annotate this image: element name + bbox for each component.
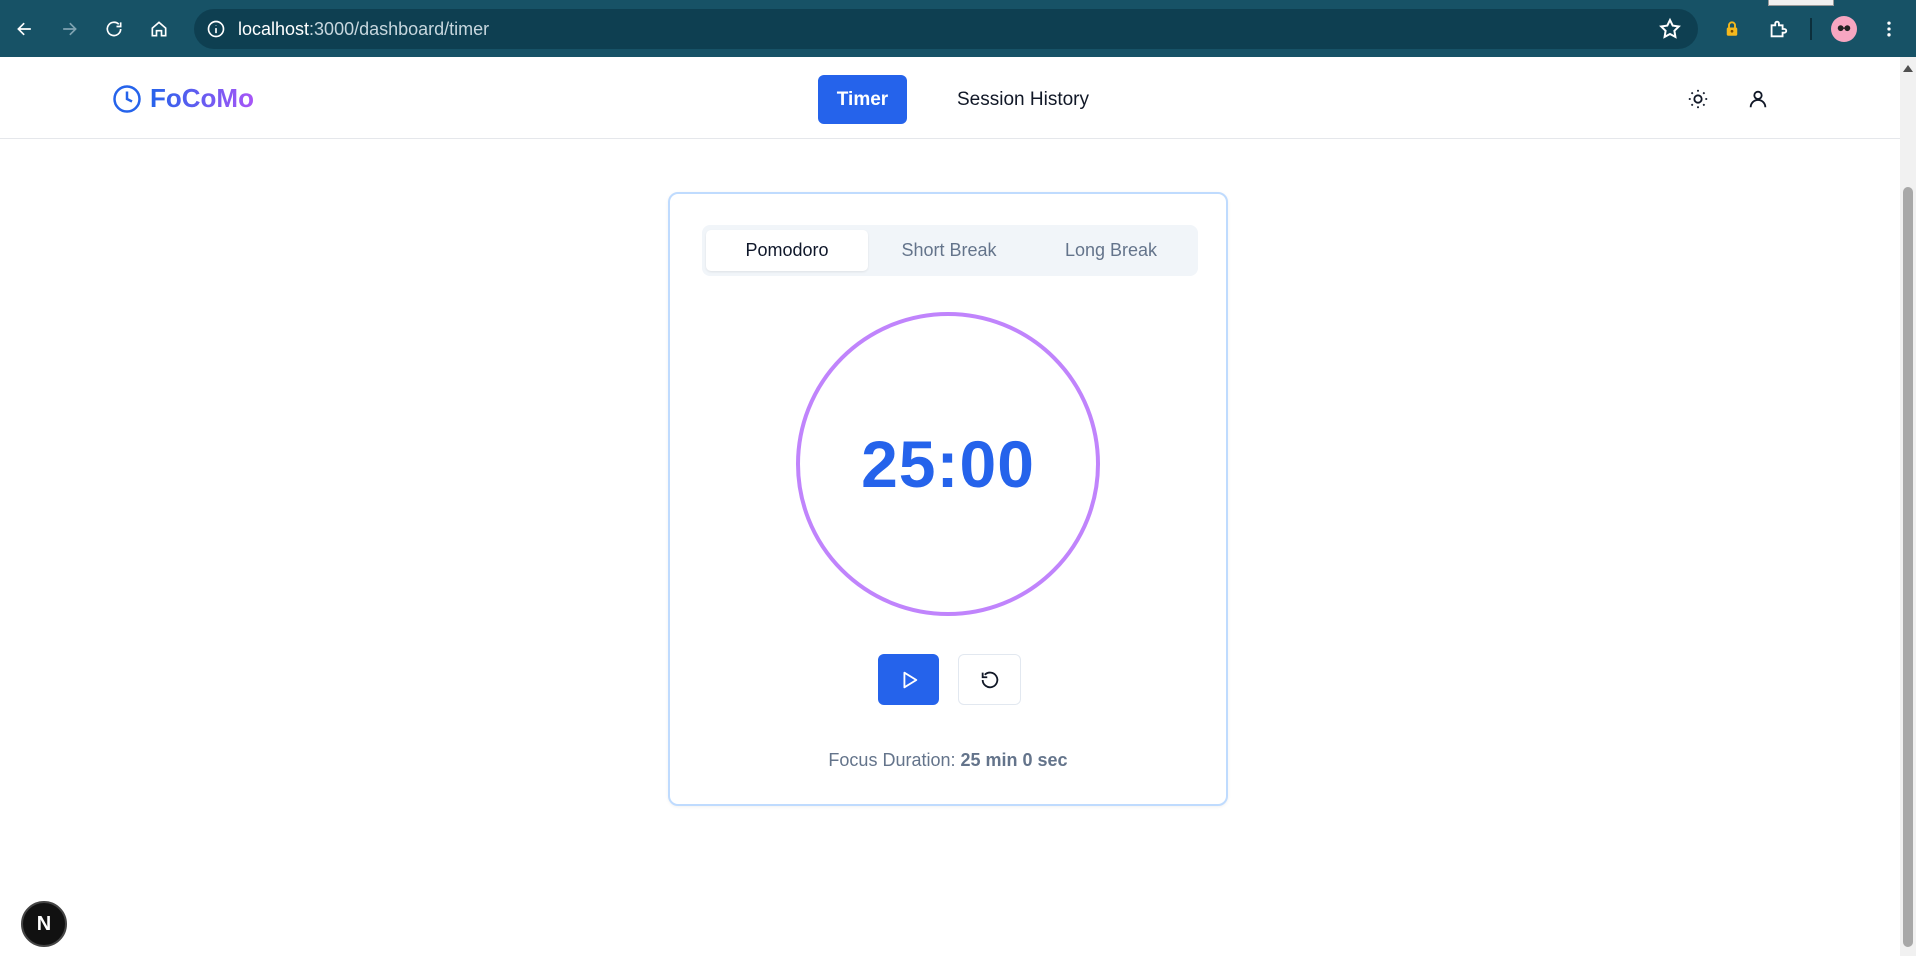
clock-icon	[113, 84, 141, 113]
mode-tab-pomodoro[interactable]: Pomodoro	[706, 230, 868, 271]
address-bar[interactable]: localhost:3000/dashboard/timer	[194, 9, 1698, 49]
extension-lock-icon[interactable]	[1715, 12, 1749, 46]
logo[interactable]: FoCoMo	[112, 83, 254, 114]
rotate-ccw-icon	[981, 671, 998, 688]
url-host: localhost	[238, 19, 310, 39]
url-text: localhost:3000/dashboard/timer	[238, 19, 489, 40]
play-icon	[903, 671, 917, 688]
timer-ring: 25:00	[796, 312, 1100, 616]
arrow-left-icon	[17, 22, 31, 36]
timer-display: 25:00	[861, 427, 1035, 501]
arrow-right-icon	[63, 22, 77, 36]
sun-icon	[1688, 89, 1708, 109]
focus-duration: Focus Duration: 25 min 0 sec	[670, 750, 1226, 771]
extensions-puzzle-icon[interactable]	[1761, 12, 1795, 46]
scrollbar-thumb[interactable]	[1903, 187, 1913, 947]
kebab-menu-icon	[1887, 21, 1891, 37]
app-header: FoCoMo Timer Session History	[0, 57, 1900, 139]
url-path: :3000/dashboard/timer	[309, 19, 490, 39]
browser-menu-button[interactable]	[1872, 12, 1906, 46]
site-info-icon[interactable]	[202, 15, 230, 43]
user-icon	[1749, 90, 1767, 108]
theme-toggle-button[interactable]	[1680, 81, 1716, 117]
start-button[interactable]	[878, 654, 939, 705]
home-icon	[151, 21, 167, 37]
mode-tab-long-break[interactable]: Long Break	[1030, 230, 1192, 271]
page-scrollbar[interactable]	[1900, 57, 1916, 956]
nav-tab-session-history[interactable]: Session History	[939, 75, 1107, 124]
focus-duration-value: 25 min 0 sec	[960, 750, 1068, 770]
account-button[interactable]	[1740, 81, 1776, 117]
mode-tabs: Pomodoro Short Break Long Break	[702, 225, 1198, 276]
tooltip-fragment	[1768, 0, 1834, 6]
timer-card: Pomodoro Short Break Long Break 25:00 Fo…	[668, 192, 1228, 806]
avatar-face-icon	[1837, 25, 1851, 32]
logo-text: FoCoMo	[150, 83, 254, 113]
reload-button[interactable]	[97, 12, 131, 46]
forward-button[interactable]	[52, 12, 86, 46]
nextjs-dev-badge[interactable]: N	[21, 901, 67, 947]
scroll-up-arrow-icon[interactable]	[1903, 65, 1913, 72]
browser-toolbar: localhost:3000/dashboard/timer	[0, 0, 1916, 57]
back-button[interactable]	[8, 12, 42, 46]
reload-icon	[106, 21, 122, 37]
toolbar-separator	[1810, 18, 1812, 40]
bookmark-star-icon[interactable]	[1658, 17, 1682, 41]
focus-duration-label: Focus Duration:	[828, 750, 956, 770]
home-button[interactable]	[142, 12, 176, 46]
mode-tab-short-break[interactable]: Short Break	[868, 230, 1030, 271]
reset-button[interactable]	[958, 654, 1021, 705]
nav-tab-timer[interactable]: Timer	[818, 75, 907, 124]
profile-avatar[interactable]	[1831, 16, 1857, 42]
